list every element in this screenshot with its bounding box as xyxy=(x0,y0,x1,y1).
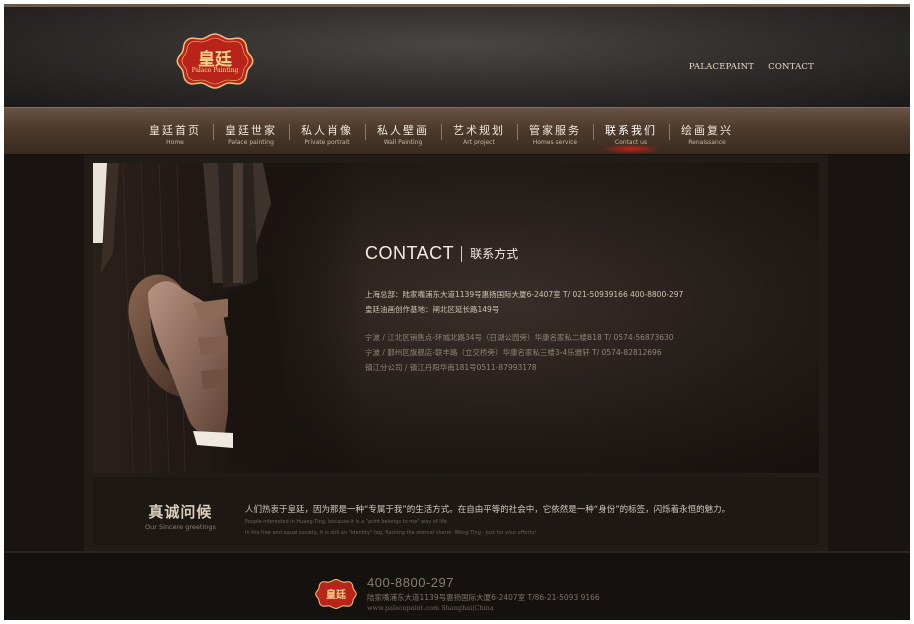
footer-contact: 400-8800-297 陆家嘴浦东大道1139号惠扬国际大厦6-2407室 T… xyxy=(367,575,600,612)
nav-label-en: Home xyxy=(166,139,184,146)
nav-label-cn: 联系我们 xyxy=(605,124,657,137)
nav-label-en: Renaissance xyxy=(688,139,726,146)
nav-label-cn: 私人肖像 xyxy=(301,124,353,137)
nav-label-en: Wall Painting xyxy=(383,139,423,146)
logo-text-en: Palace Painting xyxy=(191,67,239,74)
nav-item-art-project[interactable]: 艺术规划 Art project xyxy=(441,108,517,156)
nav-item-renaissance[interactable]: 绘画复兴 Renaissance xyxy=(669,108,745,156)
nav-divider xyxy=(365,124,366,140)
sincere-text: 人们热衷于皇廷，因为那是一种“专属于我”的生活方式。在自由平等的社会中，它依然是… xyxy=(245,503,730,537)
contact-info: 上海总部：陆家嘴浦东大道1139号惠扬国际大厦6-2407室 T/ 021-50… xyxy=(365,287,683,375)
sincere-main-text: 人们热衷于皇廷，因为那是一种“专属于我”的生活方式。在自由平等的社会中，它依然是… xyxy=(245,505,731,515)
nav-item-wall-painting[interactable]: 私人壁画 Wall Painting xyxy=(365,108,441,156)
title-divider xyxy=(461,245,463,262)
sincere-title-en: Our Sincere greetings xyxy=(145,523,216,531)
nav-label-cn: 私人壁画 xyxy=(377,124,429,137)
contact-line-studio: 皇廷油画创作基地：闸北区延长路149号 xyxy=(365,305,500,314)
top-links: PALACEPAINT CONTACT xyxy=(689,62,814,72)
contact-line-zhenjiang: 镇江分公司 / 镇江丹阳华南181号0511-87993178 xyxy=(365,363,537,372)
nav-divider xyxy=(441,124,442,140)
nav-item-home[interactable]: 皇廷首页 Home xyxy=(137,108,213,156)
header: 皇廷 Palace Painting PALACEPAINT CONTACT xyxy=(4,4,910,107)
footer-phone: 400-8800-297 xyxy=(367,575,454,590)
footer: 皇廷 400-8800-297 陆家嘴浦东大道1139号惠扬国际大厦6-2407… xyxy=(4,551,910,620)
contact-banner: CONTACT 联系方式 上海总部：陆家嘴浦东大道1139号惠扬国际大厦6-24… xyxy=(93,163,819,473)
contact-line-hq: 上海总部：陆家嘴浦东大道1139号惠扬国际大厦6-2407室 T/ 021-50… xyxy=(365,290,684,299)
nav-label-en: Contact us xyxy=(614,139,648,146)
nav-items: 皇廷首页 Home 皇廷世家 Palace painting 私人肖像 Priv… xyxy=(137,108,745,156)
main-nav: 皇廷首页 Home 皇廷世家 Palace painting 私人肖像 Priv… xyxy=(4,107,910,155)
nav-label-en: Art project xyxy=(463,139,495,146)
nav-item-palace-painting[interactable]: 皇廷世家 Palace painting xyxy=(213,108,289,156)
contact-line-ningbo-1: 宁波 / 江北区销售点-环城北路34号（日湖公园旁）华康名家私二楼B18 T/ … xyxy=(365,333,674,342)
nav-label-cn: 绘画复兴 xyxy=(681,124,733,137)
gentleman-umbrella-photo xyxy=(93,163,363,473)
nav-item-homes-service[interactable]: 管家服务 Homes service xyxy=(517,108,593,156)
contact-title-cn: 联系方式 xyxy=(470,247,519,261)
nav-label-cn: 皇廷首页 xyxy=(149,124,201,137)
footer-site[interactable]: www.palacepaint.com Shanghai|China xyxy=(367,604,600,612)
nav-item-contact-us[interactable]: 联系我们 Contact us xyxy=(593,108,669,156)
footer-address: 陆家嘴浦东大道1139号惠扬国际大厦6-2407室 T/86-21-5093 9… xyxy=(367,593,600,602)
page-frame: 皇廷 Palace Painting PALACEPAINT CONTACT 皇… xyxy=(4,4,910,620)
nav-label-en: Private portrait xyxy=(304,139,350,146)
nav-divider xyxy=(517,124,518,140)
sincere-sub-text-2: In the free and equal society, it is sti… xyxy=(245,530,537,536)
sincere-title: 真诚问候 Our Sincere greetings xyxy=(145,501,216,531)
nav-divider xyxy=(669,124,670,140)
header-top-line xyxy=(4,4,910,7)
sincere-sub-text-1: People interested in Huang Ting, because… xyxy=(245,519,449,525)
nav-label-cn: 管家服务 xyxy=(529,124,581,137)
nav-divider xyxy=(213,124,214,140)
nav-divider xyxy=(593,124,594,140)
top-link-contact[interactable]: CONTACT xyxy=(768,62,814,72)
contact-title-en: CONTACT xyxy=(365,243,455,263)
nav-label-cn: 艺术规划 xyxy=(453,124,505,137)
sincere-greetings: 真诚问候 Our Sincere greetings 人们热衷于皇廷，因为那是一… xyxy=(93,477,819,545)
top-link-palacepaint[interactable]: PALACEPAINT xyxy=(689,62,754,72)
nav-label-en: Palace painting xyxy=(228,139,274,146)
sincere-title-cn: 真诚问候 xyxy=(148,503,213,521)
nav-divider xyxy=(289,124,290,140)
nav-item-private-portrait[interactable]: 私人肖像 Private portrait xyxy=(289,108,365,156)
contact-line-ningbo-2: 宁波 / 鄞州区旗舰店-联丰路（立交桥旁）华康名家私三楼3-4乐雅轩 T/ 05… xyxy=(365,348,662,357)
nav-label-en: Homes service xyxy=(532,139,578,146)
nav-label-cn: 皇廷世家 xyxy=(225,124,277,137)
palace-logo[interactable]: 皇廷 Palace Painting xyxy=(174,32,256,90)
footer-logo-text: 皇廷 xyxy=(326,590,346,601)
contact-heading: CONTACT 联系方式 xyxy=(365,243,518,264)
footer-logo[interactable]: 皇廷 xyxy=(314,578,358,610)
